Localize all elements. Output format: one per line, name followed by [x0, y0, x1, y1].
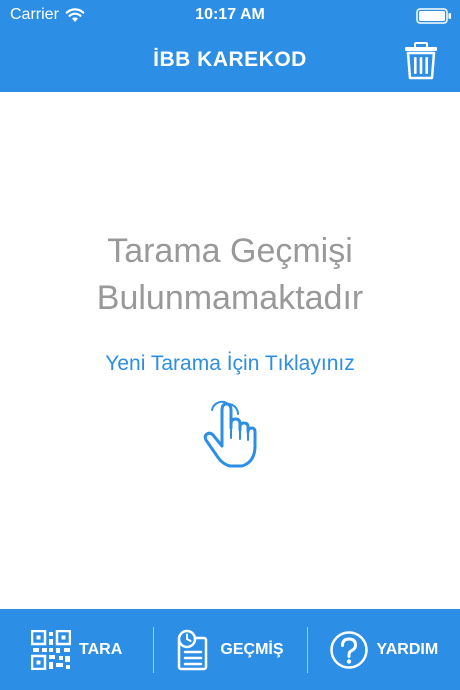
status-bar: Carrier 10:17 AM [0, 0, 460, 32]
trash-icon[interactable] [404, 42, 438, 80]
empty-state-title-line1: Tarama Geçmişi [107, 232, 353, 270]
new-scan-link[interactable]: Yeni Tarama İçin Tıklayınız [0, 352, 460, 376]
qr-code-icon [31, 629, 72, 670]
top-bar: Carrier 10:17 AM İBB KAREKOD [0, 0, 460, 92]
page-title: İBB KAREKOD [153, 48, 307, 71]
tab-history-label: GEÇMİŞ [220, 640, 284, 658]
screen: Carrier 10:17 AM İBB KAREKOD Tarama Geçm… [0, 0, 460, 690]
empty-state-title-line2: Bulunmamaktadır [96, 279, 364, 317]
history-icon [178, 629, 208, 670]
status-time: 10:17 AM [195, 6, 265, 23]
tab-bar: TARA GEÇMİŞ YARDIM [0, 609, 460, 690]
hand-tap-icon[interactable] [198, 398, 262, 470]
tab-history[interactable]: GEÇMİŞ [153, 609, 306, 690]
tab-help-label: YARDIM [376, 640, 439, 658]
nav-bar: İBB KAREKOD [0, 32, 460, 92]
tab-help[interactable]: YARDIM [306, 609, 460, 690]
tab-scan-label: TARA [79, 640, 123, 658]
empty-state-title: Tarama Geçmişi Bulunmamaktadır [0, 228, 460, 322]
tab-scan[interactable]: TARA [0, 609, 153, 690]
battery-icon [416, 8, 451, 24]
help-icon [329, 630, 368, 669]
